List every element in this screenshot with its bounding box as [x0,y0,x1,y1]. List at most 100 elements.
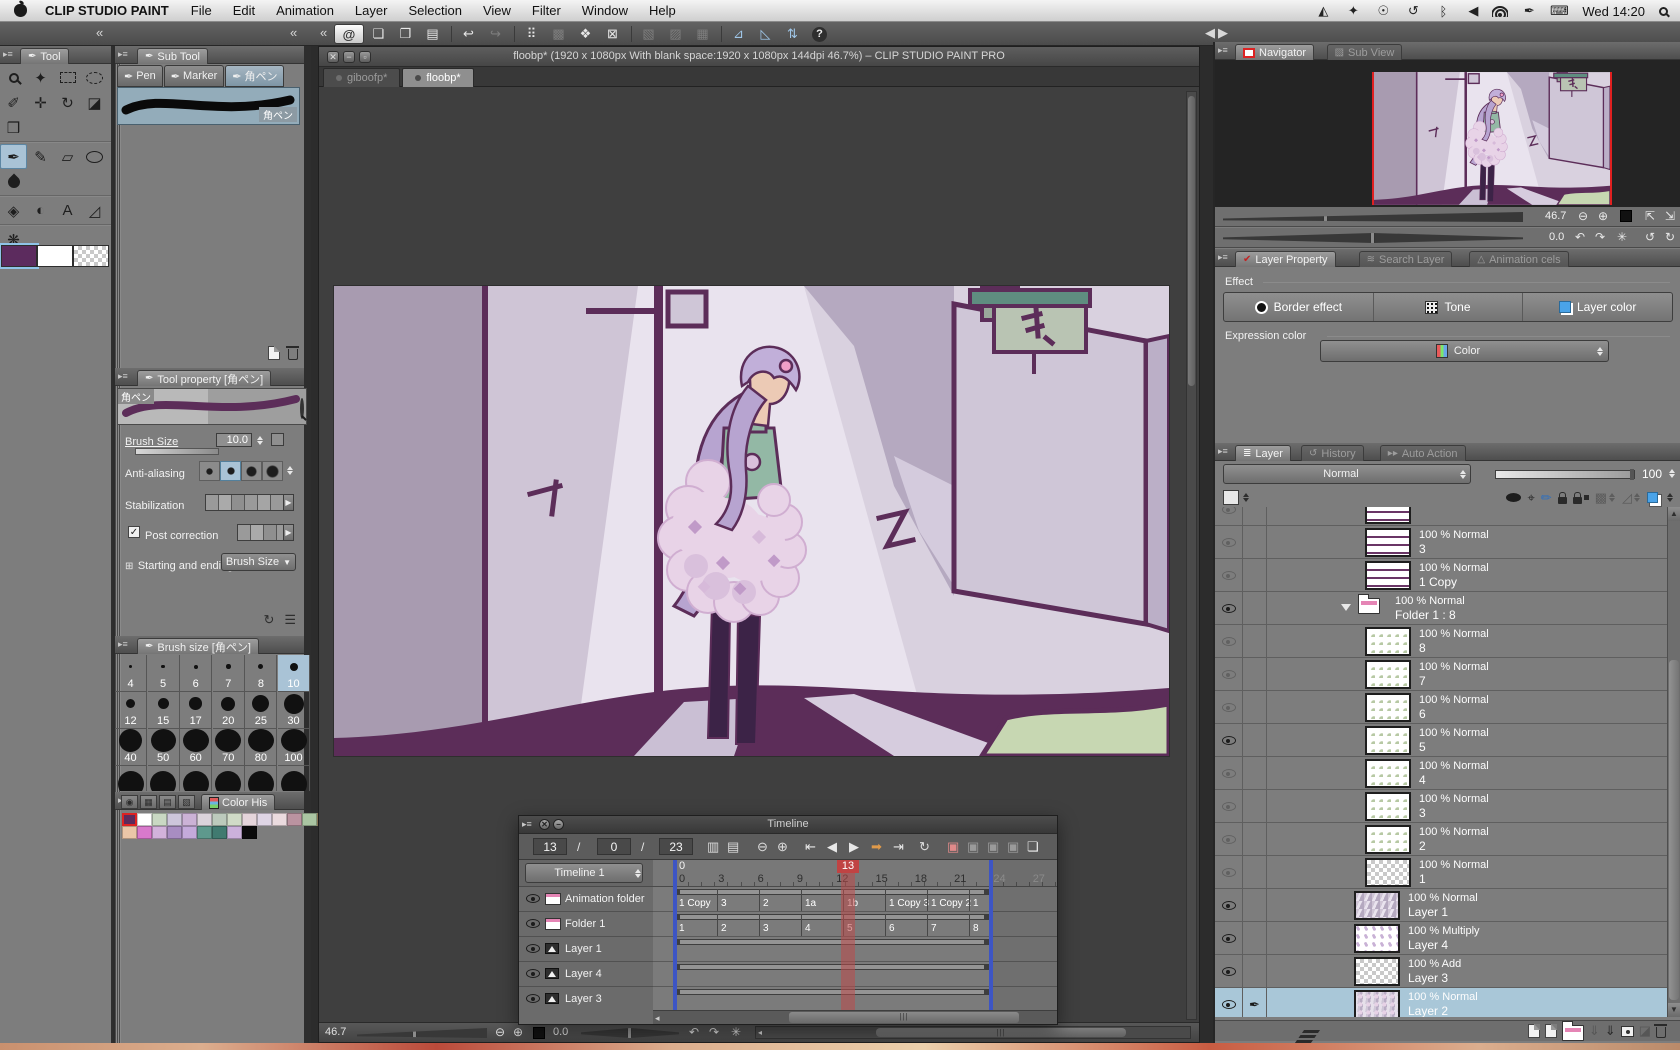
starting-ending-dropdown[interactable]: Brush Size▼ [221,553,296,571]
rotate-right-icon[interactable]: ↷ [1595,230,1605,244]
brush-size-80[interactable]: 80 [245,729,277,766]
anti-aliasing-option-2[interactable] [220,461,241,481]
menu-item-animation[interactable]: Animation [276,3,334,18]
panel-menu-icon[interactable]: ▸≡ [1218,45,1232,56]
subtool-item-kadopen[interactable]: 角ペン [117,87,300,125]
stabilization-slider[interactable] [205,494,285,511]
tab-color-history[interactable]: Color His [201,794,275,810]
apple-menu-icon[interactable] [14,4,27,17]
history-swatch[interactable] [152,813,167,826]
eye-cell[interactable] [1215,724,1243,757]
cel-settings-button[interactable]: ▣ [987,838,999,856]
pencil-tool[interactable]: ✎ [27,144,54,169]
history-swatch[interactable] [272,813,287,826]
layer-thumbnail[interactable] [1354,990,1400,1017]
reset-rotation-icon[interactable]: ✳ [1617,230,1627,244]
antivirus-icon[interactable]: ✦ [1342,3,1364,19]
timeline-cell[interactable]: 1 Copy 2 [927,889,969,911]
brush-size-100[interactable]: 100 [278,729,310,766]
tab-layer[interactable]: ≣Layer [1235,445,1291,461]
timeline-cell[interactable]: 4 [801,914,843,936]
layer-thumbnail[interactable] [1365,660,1411,689]
copy-subtool-icon[interactable] [268,346,280,360]
volume-icon[interactable]: ◀ [1462,3,1484,19]
post-correction-expand-button[interactable]: ▶ [283,524,294,541]
layer-row-layer-4[interactable]: 100 % MultiplyLayer 4 [1215,922,1680,955]
statusbar-zoom-slider[interactable] [357,1027,487,1039]
tab-intermediate-color[interactable]: ▤ [159,795,176,809]
brush-size-40[interactable]: 40 [115,729,147,766]
panel-menu-icon[interactable]: ▸≡ [1218,252,1232,263]
visibility-eye-icon[interactable] [526,944,540,953]
visibility-eye-icon[interactable] [1222,769,1236,778]
tab-animation-cels[interactable]: △Animation cels [1469,251,1568,267]
visibility-eye-icon[interactable] [1222,1000,1236,1009]
visibility-eye-icon[interactable] [526,994,540,1003]
navigator-rotate-slider[interactable] [1223,232,1523,244]
brush-size-60[interactable]: 60 [180,729,212,766]
object-tool[interactable]: ✦ [27,65,54,90]
canvas-horizontal-scrollbar[interactable]: ◂ ||| [755,1026,1191,1039]
reference-layer-icon[interactable] [1506,493,1521,502]
tab-navigator[interactable]: Navigator [1235,44,1314,60]
scroll-down-icon[interactable]: ▼ [1668,1003,1680,1017]
history-swatch[interactable] [167,826,182,839]
brush-size-effect-button[interactable] [271,433,284,446]
eye-cell[interactable] [1215,757,1243,790]
timeline-cell[interactable]: 6 [885,914,927,936]
brush-size-15[interactable]: 15 [148,692,180,729]
layer-thumbnail[interactable] [1365,759,1411,788]
object-3d-tool[interactable]: ❒ [0,115,27,140]
zoom-tool[interactable] [0,65,27,90]
navigator-preview[interactable] [1215,60,1680,207]
blend-mode-dropdown[interactable]: Normal [1223,464,1471,484]
eye-cell[interactable] [1215,625,1243,658]
timeline-cell[interactable]: 3 [717,889,759,911]
eye-cell[interactable] [1215,526,1243,559]
tab-brush-size[interactable]: ✒Brush size [角ペン] [137,638,259,654]
layer-row-5[interactable]: 100 % Normal5 [1215,724,1680,757]
visibility-eye-icon[interactable] [1222,703,1236,712]
create-mask-button[interactable] [1621,1026,1634,1037]
selection-launcher-button[interactable]: ▦ [690,24,715,44]
panel-menu-icon[interactable]: ▸≡ [3,49,17,60]
new-layer-dialog-button[interactable] [1545,1024,1557,1038]
stabilization-expand-button[interactable]: ▶ [283,494,294,511]
flip-horizontal-icon[interactable]: ↺ [1645,230,1655,244]
visibility-eye-icon[interactable] [1222,670,1236,679]
mesh-transform-button[interactable]: ▨ [663,24,688,44]
brush-size-slider[interactable] [135,448,219,455]
brush-size-10[interactable]: 10 [278,655,310,692]
layer-row-3[interactable]: 100 % Normal3 [1215,526,1680,559]
timeline-row-name[interactable]: Layer 4 [519,962,653,987]
brush-size-row4-4[interactable] [245,766,277,791]
eraser-tool[interactable]: ▱ [54,144,81,169]
time-machine-icon[interactable]: ↺ [1402,3,1424,19]
collapse-toolbar-icon[interactable]: « [320,25,327,40]
rotate-right-icon[interactable]: ↷ [709,1025,719,1039]
onion-skin-button[interactable]: ▣ [947,838,959,856]
csp-start-button[interactable]: @ [334,24,364,44]
panel-menu-icon[interactable]: ▸≡ [118,639,132,650]
clip-duration-bar[interactable] [675,939,989,945]
menu-item-file[interactable]: File [191,3,212,18]
rotate-left-icon[interactable]: ↶ [689,1025,699,1039]
layer-thumbnail[interactable] [1365,693,1411,722]
layer-row-layer-2[interactable]: ✒100 % NormalLayer 2 [1215,988,1680,1017]
brush-size-row4-1[interactable] [148,766,180,791]
layer-row-folder-1---8[interactable]: 100 % NormalFolder 1 : 8 [1215,592,1680,625]
history-swatch[interactable] [152,826,167,839]
panel-menu-icon[interactable]: ▸≡ [1218,446,1232,457]
palette-color-stepper[interactable] [1241,491,1250,505]
bluetooth-icon[interactable]: ᛒ [1432,4,1454,19]
document-tab-floobp[interactable]: floobp* [402,68,473,87]
anti-aliasing-stepper[interactable] [285,463,294,477]
undo-button[interactable]: ↩ [456,24,481,44]
layer-row-7[interactable]: 100 % Normal7 [1215,658,1680,691]
anti-aliasing-option-1[interactable] [199,461,220,481]
clip-duration-bar[interactable] [675,964,989,970]
eye-cell[interactable] [1215,592,1243,625]
timeline-cell[interactable]: 7 [927,914,969,936]
text-tool[interactable]: A [54,198,81,223]
eye-cell[interactable] [1215,889,1243,922]
